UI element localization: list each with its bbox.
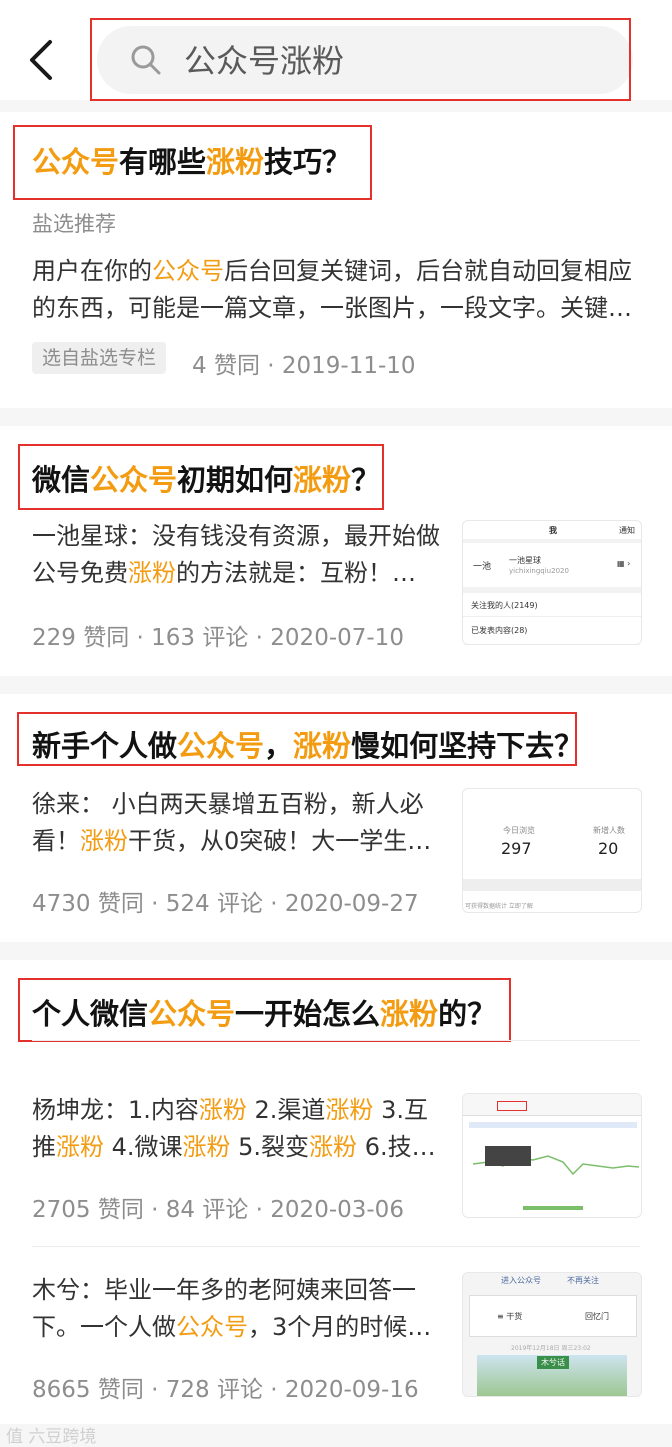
- result-thumbnail[interactable]: 今日浏览 297 新增人数 20 可获得数据统计 立即了解: [462, 788, 642, 913]
- search-header: 公众号涨粉: [0, 0, 672, 101]
- annotation-box: [18, 978, 511, 1042]
- result-snippet: 徐来： 小白两天暴增五百粉，新人必 看！涨粉干货，从0突破！大一学生…: [32, 790, 432, 855]
- qr-icon: ▦ ›: [617, 559, 631, 568]
- search-result-card[interactable]: 公众号有哪些涨粉技巧？ 盐选推荐 用户在你的公众号后台回复关键词，后台就自动回复…: [0, 112, 672, 408]
- back-arrow-icon[interactable]: [22, 36, 62, 84]
- result-thumbnail[interactable]: [462, 1093, 642, 1218]
- column-tag[interactable]: 选自盐选专栏: [32, 342, 167, 374]
- result-meta: 8665 赞同 · 728 评论 · 2020-09-16: [32, 1377, 419, 1403]
- result-snippet: 用户在你的公众号后台回复关键词，后台就自动回复相应 的东西，可能是一篇文章，一张…: [32, 257, 632, 322]
- result-thumbnail[interactable]: 我 通知 一池 一池星球 yichixingqiu2020 ▦ › 关注我的人(…: [462, 520, 642, 645]
- divider: [32, 1246, 640, 1247]
- avatar: 一池: [473, 562, 492, 572]
- annotation-box: [13, 125, 372, 200]
- result-snippet: 一池星球：没有钱没有资源，最开始做 公号免费涨粉的方法就是：互粉！…: [32, 522, 440, 587]
- result-meta: 2705 赞同 · 84 评论 · 2020-03-06: [32, 1197, 404, 1223]
- result-meta: 4730 赞同 · 524 评论 · 2020-09-27: [32, 891, 419, 917]
- result-meta: 229 赞同 · 163 评论 · 2020-07-10: [32, 625, 404, 651]
- result-thumbnail[interactable]: 进入公众号 不再关注 ≡ 干货 回忆门 2019年12月18日 周三23:02 …: [462, 1272, 642, 1397]
- annotation-box: [18, 444, 384, 510]
- result-snippet: 杨坤龙：1.内容涨粉 2.渠道涨粉 3.互 推涨粉 4.微课涨粉 5.裂变涨粉 …: [32, 1096, 436, 1161]
- search-result-card[interactable]: 微信公众号初期如何涨粉？ 一池星球：没有钱没有资源，最开始做 公号免费涨粉的方法…: [0, 426, 672, 676]
- line-chart-thumbnail: [472, 1146, 640, 1176]
- annotation-box: [17, 712, 577, 766]
- result-snippet: 木兮：毕业一年多的老阿姨来回答一 下。一个人做公众号，3个月的时候…: [32, 1276, 432, 1341]
- search-result-card[interactable]: 新手个人做公众号，涨粉慢如何坚持下去？ 徐来： 小白两天暴增五百粉，新人必 看！…: [0, 694, 672, 942]
- search-result-card[interactable]: 个人微信公众号一开始怎么涨粉的？ 杨坤龙：1.内容涨粉 2.渠道涨粉 3.互 推…: [0, 960, 672, 1424]
- watermark: 值 六豆跨境: [6, 1427, 97, 1447]
- result-meta: 4 赞同 · 2019-11-10: [192, 353, 416, 379]
- result-source: 盐选推荐: [32, 212, 116, 236]
- annotation-box: [90, 18, 631, 101]
- divider: [32, 1040, 640, 1041]
